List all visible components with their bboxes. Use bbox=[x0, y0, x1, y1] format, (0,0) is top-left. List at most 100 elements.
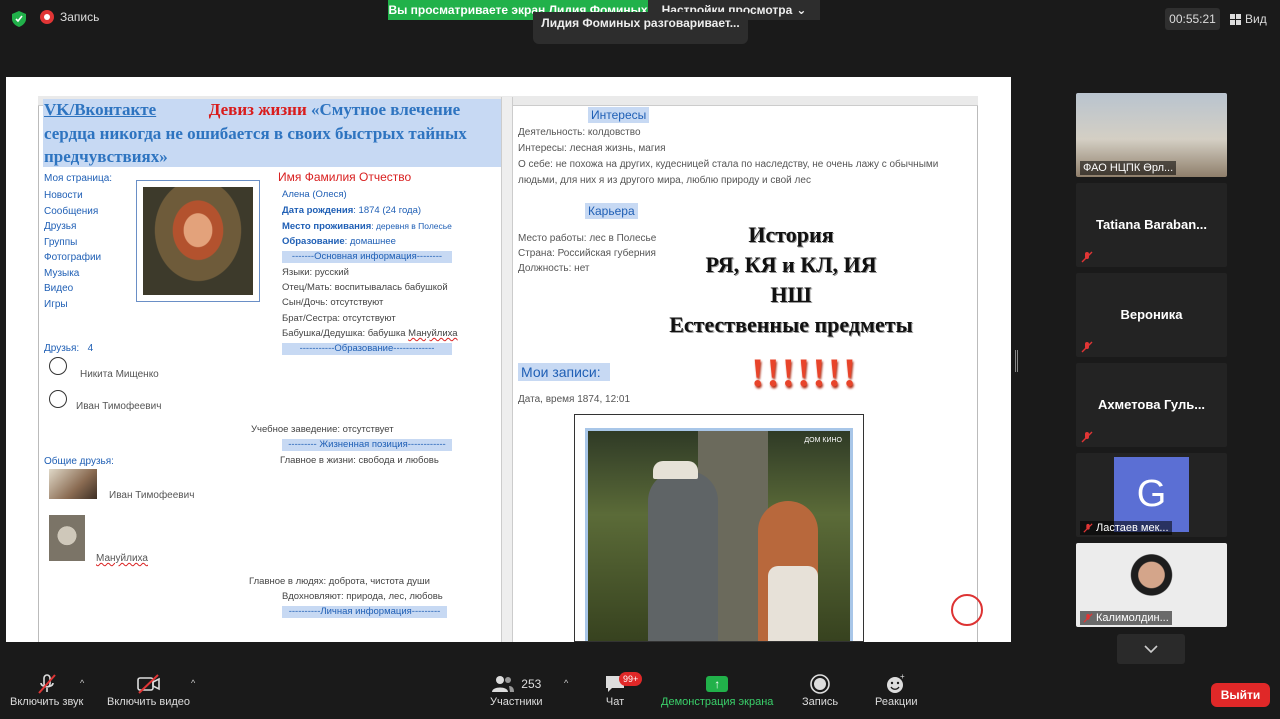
chat-label: Чат bbox=[605, 696, 625, 708]
participant-name: Ахметова Гуль... bbox=[1097, 397, 1206, 412]
nav-item-groups[interactable]: Группы bbox=[44, 235, 101, 251]
siblings: Брат/Сестра: отсутствуют bbox=[282, 313, 396, 324]
participants-icon bbox=[492, 676, 515, 692]
nav-item-photos[interactable]: Фотографии bbox=[44, 250, 101, 266]
profile-name: Алена (Олеся) bbox=[282, 189, 347, 200]
school: Учебное заведение: отсутствует bbox=[251, 424, 394, 435]
participant-name: Tatiana Baraban... bbox=[1095, 217, 1207, 232]
nav-item-news[interactable]: Новости bbox=[44, 188, 101, 204]
participants-count: 253 bbox=[521, 677, 542, 691]
unmute-label: Включить звук bbox=[10, 696, 84, 708]
participant-tile[interactable]: Калимолдин... bbox=[1076, 543, 1227, 627]
recording-indicator[interactable]: Запись bbox=[40, 10, 99, 24]
grandparents: Бабушка/Дедушка: бабушка Мануйлиха bbox=[282, 328, 458, 339]
recording-label: Запись bbox=[60, 10, 100, 24]
common-friend-photo[interactable] bbox=[49, 469, 97, 499]
participants-label: Участники bbox=[490, 696, 543, 708]
about-line-2: людьми, для них я из другого мира, люблю… bbox=[518, 175, 811, 186]
mic-muted-icon bbox=[37, 674, 56, 694]
parents: Отец/Мать: воспитывалась бабушкой bbox=[282, 282, 448, 293]
position: Должность: нет bbox=[518, 263, 590, 274]
people-main: Главное в людях: доброта, чистота души bbox=[249, 576, 430, 587]
common-friend-photo[interactable] bbox=[49, 515, 85, 561]
basic-info-band: -------Основная информация-------- bbox=[282, 251, 452, 263]
profile-photo bbox=[136, 180, 260, 302]
participant-name: Ластаев мек... bbox=[1096, 522, 1169, 534]
participant-tile[interactable]: Вероника bbox=[1076, 273, 1227, 357]
unmute-button[interactable]: Включить звук bbox=[10, 672, 83, 708]
friends-label: Друзья: 4 bbox=[44, 343, 94, 354]
overlay-line: Естественные предметы bbox=[669, 312, 913, 337]
participant-name: Калимолдин... bbox=[1096, 612, 1169, 624]
activity: Деятельность: колдовство bbox=[518, 127, 641, 138]
tv-channel-logo: ДОМ КИНО bbox=[804, 437, 842, 444]
participant-name: ФАО НЦПК Өрл... bbox=[1080, 161, 1177, 175]
common-friends-label: Общие друзья: bbox=[44, 456, 114, 467]
my-page-label: Моя страница: bbox=[44, 173, 113, 184]
top-bar: Запись Вы просматриваете экран Лидия Фом… bbox=[0, 0, 1280, 44]
record-button[interactable]: Запись bbox=[802, 672, 838, 708]
about-line-1: О себе: не похожа на других, кудесницей … bbox=[518, 159, 939, 170]
mic-muted-icon bbox=[1083, 613, 1093, 623]
share-screen-icon: ↑ bbox=[706, 676, 729, 692]
chevron-down-icon: ⌄ bbox=[796, 3, 807, 17]
participants-caret[interactable]: ^ bbox=[564, 678, 568, 688]
meeting-timer: 00:55:21 bbox=[1165, 8, 1220, 30]
more-participants-button[interactable] bbox=[1117, 634, 1185, 664]
common-friend-name[interactable]: Мануйлиха bbox=[96, 553, 148, 564]
residence: Место проживания: деревня в Полесье bbox=[282, 221, 452, 232]
shield-icon[interactable] bbox=[12, 11, 26, 27]
shared-screen: VK/Вконтакте Девиз жизни «Смутное влечен… bbox=[6, 77, 1011, 642]
share-screen-button[interactable]: ↑ Демонстрация экрана bbox=[661, 672, 773, 708]
smiley-icon: + bbox=[887, 673, 905, 693]
nav-item-friends[interactable]: Друзья bbox=[44, 219, 101, 235]
svg-text:+: + bbox=[900, 673, 905, 681]
participant-label: Ластаев мек... bbox=[1080, 521, 1172, 535]
mic-muted-icon bbox=[1081, 251, 1093, 263]
reactions-button[interactable]: + Реакции bbox=[875, 672, 918, 708]
life-position-band: --------- Жизненная позиция------------ bbox=[282, 439, 452, 451]
nav-item-games[interactable]: Игры bbox=[44, 297, 101, 313]
friend-avatar-placeholder[interactable] bbox=[49, 357, 67, 375]
splitter-handle[interactable] bbox=[1015, 350, 1018, 372]
record-icon bbox=[40, 10, 54, 24]
column-divider bbox=[501, 97, 513, 642]
interests: Интересы: лесная жизнь, магия bbox=[518, 143, 666, 154]
participant-tile[interactable]: Ахметова Гуль... bbox=[1076, 363, 1227, 447]
video-options-caret[interactable]: ^ bbox=[191, 678, 195, 688]
audio-options-caret[interactable]: ^ bbox=[80, 678, 84, 688]
participant-tile[interactable]: G Ластаев мек... bbox=[1076, 453, 1227, 537]
start-video-button[interactable]: Включить видео bbox=[107, 672, 190, 708]
record-label: Запись bbox=[802, 696, 839, 708]
motto-line-2: сердца никогда не ошибается в своих быст… bbox=[44, 124, 467, 166]
life-main: Главное в жизни: свобода и любовь bbox=[280, 455, 439, 466]
mic-muted-icon bbox=[1081, 341, 1093, 353]
nav-item-messages[interactable]: Сообщения bbox=[44, 204, 101, 220]
nav-item-video[interactable]: Видео bbox=[44, 281, 101, 297]
leave-button[interactable]: Выйти bbox=[1211, 683, 1270, 707]
posts-heading: Мои записи: bbox=[518, 363, 610, 381]
participant-tile[interactable]: Tatiana Baraban... bbox=[1076, 183, 1227, 267]
participant-name: Вероника bbox=[1120, 307, 1183, 322]
nav-item-music[interactable]: Музыка bbox=[44, 266, 101, 282]
chat-unread-badge: 99+ bbox=[619, 672, 643, 686]
start-video-label: Включить видео bbox=[107, 696, 191, 708]
career-heading: Карьера bbox=[585, 203, 638, 219]
view-button[interactable]: Вид bbox=[1230, 8, 1276, 30]
mic-muted-icon bbox=[1081, 431, 1093, 443]
post-date: Дата, время 1874, 12:01 bbox=[518, 394, 631, 405]
overlay-line: НШ bbox=[770, 282, 812, 307]
corner-logo bbox=[951, 594, 983, 626]
participants-button[interactable]: 253 Участники bbox=[490, 672, 543, 708]
friend-avatar-placeholder[interactable] bbox=[49, 390, 67, 408]
common-friend-name[interactable]: Иван Тимофеевич bbox=[109, 490, 194, 501]
post-video[interactable]: ДОМ КИНО bbox=[574, 414, 864, 642]
grid-icon bbox=[1230, 13, 1241, 25]
personal-info-band: ----------Личная информация--------- bbox=[282, 606, 447, 618]
friend-name[interactable]: Никита Мищенко bbox=[80, 369, 159, 380]
talking-indicator: Лидия Фоминых разговаривает... bbox=[533, 12, 748, 44]
participant-tile[interactable]: ФАО НЦПК Өрл... bbox=[1076, 93, 1227, 177]
inspires: Вдохновляют: природа, лес, любовь bbox=[282, 591, 443, 602]
friend-name[interactable]: Иван Тимофеевич bbox=[76, 401, 161, 412]
birth-date: Дата рождения: 1874 (24 года) bbox=[282, 205, 422, 216]
